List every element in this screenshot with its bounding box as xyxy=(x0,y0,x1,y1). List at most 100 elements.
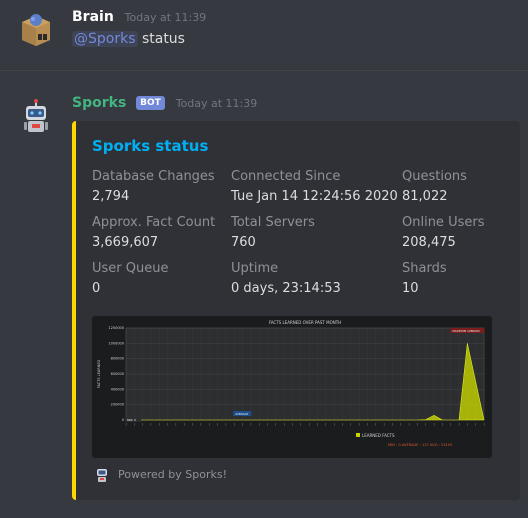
message-text: status xyxy=(141,31,185,47)
field-value: 3,669,607 xyxy=(92,235,159,250)
brain-avatar[interactable] xyxy=(16,8,56,48)
field-name: Questions xyxy=(402,169,467,184)
x-tick-mark: | xyxy=(159,422,160,426)
field-name: Shards xyxy=(402,261,447,276)
embed-title[interactable]: Sporks status xyxy=(92,137,208,155)
legend-swatch xyxy=(356,433,360,437)
sporks-avatar[interactable] xyxy=(16,98,56,138)
field-value: 208,475 xyxy=(402,235,456,250)
x-tick-mark: | xyxy=(392,422,393,426)
x-tick-mark: | xyxy=(300,422,301,426)
field-shards: Shards 10 xyxy=(402,260,447,297)
x-tick-mark: | xyxy=(167,422,168,426)
field-value: 81,022 xyxy=(402,189,448,204)
x-tick-mark: | xyxy=(400,422,401,426)
x-tick-mark: | xyxy=(417,422,418,426)
x-tick-mark: | xyxy=(217,422,218,426)
field-name: User Queue xyxy=(92,261,169,276)
field-value: Tue Jan 14 12:24:56 2020 xyxy=(231,189,398,204)
field-user-queue: User Queue 0 xyxy=(92,260,168,297)
chart-annotation: MIN: 0 xyxy=(127,418,136,422)
bot-badge: BOT xyxy=(136,96,165,110)
chart-annotation: MAXIMUM 1080000 xyxy=(452,329,480,333)
chart-annotation: AVERAGE xyxy=(235,412,248,416)
x-tick-mark: | xyxy=(467,422,468,426)
timestamp: Today at 11:39 xyxy=(175,97,258,110)
x-tick-mark: | xyxy=(234,422,235,426)
field-database-changes: Database Changes 2,794 xyxy=(92,168,215,205)
y-axis-label: FACTS LEARNED xyxy=(97,359,101,388)
legend-label: LEARNED FACTS xyxy=(362,433,395,438)
field-approx-fact-count: Approx. Fact Count 3,669,607 xyxy=(92,214,215,251)
x-tick-mark: | xyxy=(484,422,485,426)
x-tick-mark: | xyxy=(200,422,201,426)
x-tick-mark: | xyxy=(384,422,385,426)
x-tick-mark: | xyxy=(142,422,143,426)
status-embed: Sporks status Database Changes 2,794 Con… xyxy=(72,121,520,500)
x-tick-mark: | xyxy=(242,422,243,426)
y-tick-label: 200000 xyxy=(111,403,124,407)
y-tick-label: 800000 xyxy=(111,357,124,361)
x-tick-mark: | xyxy=(350,422,351,426)
footer-text: Powered by Sporks! xyxy=(118,468,227,481)
x-tick-mark: | xyxy=(176,422,177,426)
x-tick-mark: | xyxy=(126,422,127,426)
x-tick-mark: | xyxy=(325,422,326,426)
username-text[interactable]: Brain xyxy=(72,9,114,25)
x-tick-mark: | xyxy=(267,422,268,426)
x-tick-mark: | xyxy=(284,422,285,426)
x-tick-mark: | xyxy=(275,422,276,426)
embed-chart-image[interactable]: FACTS LEARNED OVER PAST MONTH FACTS LEARN… xyxy=(92,316,492,458)
x-tick-mark: | xyxy=(367,422,368,426)
x-tick-mark: | xyxy=(334,422,335,426)
x-tick-mark: | xyxy=(151,422,152,426)
field-questions: Questions 81,022 xyxy=(402,168,467,205)
x-tick-mark: | xyxy=(342,422,343,426)
username-text[interactable]: Sporks xyxy=(72,95,126,111)
field-name: Online Users xyxy=(402,215,485,230)
x-tick-mark: | xyxy=(359,422,360,426)
field-connected-since: Connected Since Tue Jan 14 12:24:56 2020 xyxy=(231,168,398,205)
user-mention[interactable]: @Sporks xyxy=(72,31,138,47)
x-tick-mark: | xyxy=(184,422,185,426)
x-tick-mark: | xyxy=(475,422,476,426)
x-tick-mark: | xyxy=(250,422,251,426)
x-tick-mark: | xyxy=(375,422,376,426)
x-tick-mark: | xyxy=(259,422,260,426)
y-tick-label: 0 xyxy=(122,418,124,422)
field-name: Connected Since xyxy=(231,169,341,184)
x-tick-mark: | xyxy=(209,422,210,426)
x-tick-mark: | xyxy=(225,422,226,426)
field-name: Database Changes xyxy=(92,169,215,184)
message-brain: Brain Today at 11:39 @Sporks status xyxy=(0,0,528,70)
field-name: Approx. Fact Count xyxy=(92,215,216,230)
field-name: Total Servers xyxy=(231,215,315,230)
field-uptime: Uptime 0 days, 23:14:53 xyxy=(231,260,341,297)
x-tick-mark: | xyxy=(192,422,193,426)
x-tick-mark: | xyxy=(309,422,310,426)
field-value: 0 xyxy=(92,281,101,296)
facts-chart: FACTS LEARNED OVER PAST MONTH FACTS LEARN… xyxy=(92,316,492,458)
timestamp: Today at 11:39 xyxy=(124,11,207,24)
x-tick-mark: | xyxy=(292,422,293,426)
field-value: 760 xyxy=(231,235,256,250)
x-tick-mark: | xyxy=(425,422,426,426)
y-tick-label: 600000 xyxy=(111,372,124,376)
message-divider xyxy=(0,70,528,71)
y-tick-label: 1000000 xyxy=(108,341,124,345)
chart-title: FACTS LEARNED OVER PAST MONTH xyxy=(269,320,341,325)
x-tick-mark: | xyxy=(134,422,135,426)
x-tick-mark: | xyxy=(459,422,460,426)
brain-username[interactable]: Brain Today at 11:39 xyxy=(72,8,206,27)
x-tick-mark: | xyxy=(317,422,318,426)
field-total-servers: Total Servers 760 xyxy=(231,214,315,251)
robot-icon xyxy=(94,467,110,483)
y-tick-label: 400000 xyxy=(111,387,124,391)
embed-footer: Powered by Sporks! xyxy=(94,467,227,483)
chart-stats: MIN : 0 AVERAGE : 127 AVG : 23105 xyxy=(388,443,452,447)
x-tick-mark: | xyxy=(409,422,410,426)
x-tick-mark: | xyxy=(450,422,451,426)
sporks-username[interactable]: Sporks BOT Today at 11:39 xyxy=(72,94,257,113)
field-value: 2,794 xyxy=(92,189,130,204)
x-tick-mark: | xyxy=(442,422,443,426)
